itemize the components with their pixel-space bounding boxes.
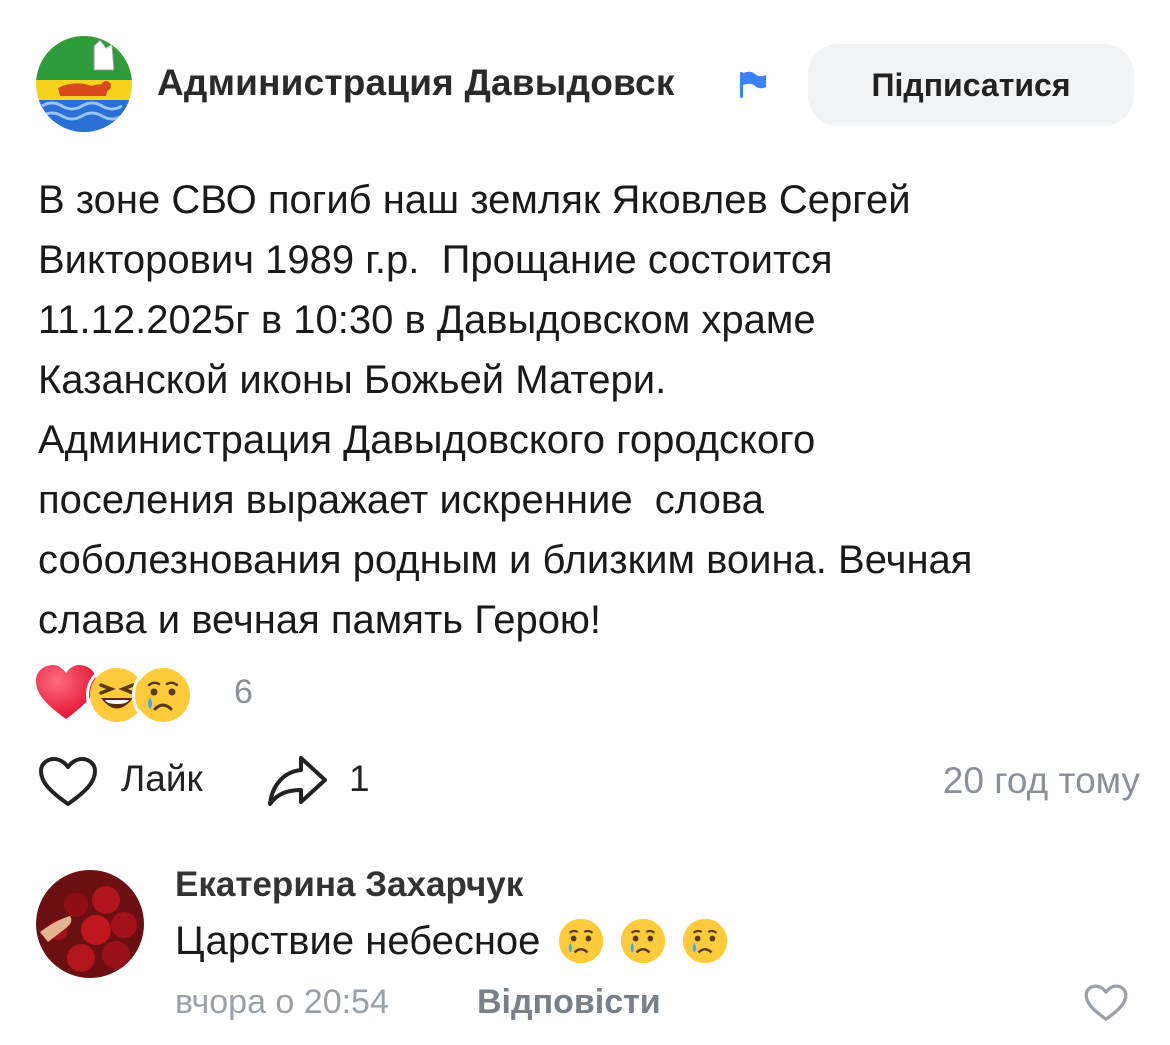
commenter-name[interactable]: Екатерина Захарчук [175, 865, 523, 905]
comment-like-heart-icon[interactable] [1084, 983, 1128, 1023]
comment-body: Царствие небесное [175, 918, 541, 963]
community-name[interactable]: Администрация Давыдовск [157, 62, 767, 104]
reply-button[interactable]: Відповісти [477, 983, 661, 1022]
share-arrow-icon[interactable] [267, 752, 329, 808]
verified-flag-icon [737, 70, 767, 100]
crying-emoji-icon [682, 918, 728, 964]
reactions-summary[interactable] [34, 662, 194, 728]
share-count: 1 [349, 758, 370, 799]
community-avatar[interactable] [36, 36, 132, 132]
comment-timestamp: вчора о 20:54 [175, 983, 389, 1021]
commenter-avatar[interactable] [36, 870, 144, 978]
post-timestamp: 20 год тому [942, 760, 1140, 801]
comment-text: Царствие небесное [175, 918, 728, 964]
post-text: В зоне СВО погиб наш земляк Яковлев Серг… [38, 178, 973, 642]
like-heart-icon[interactable] [38, 756, 98, 808]
like-button-label[interactable]: Лайк [121, 758, 203, 800]
reaction-count: 6 [234, 673, 253, 711]
subscribe-button[interactable]: Підписатися [808, 44, 1134, 126]
crying-emoji-icon [132, 664, 194, 726]
crying-emoji-icon [558, 918, 604, 964]
crying-emoji-icon [620, 918, 666, 964]
